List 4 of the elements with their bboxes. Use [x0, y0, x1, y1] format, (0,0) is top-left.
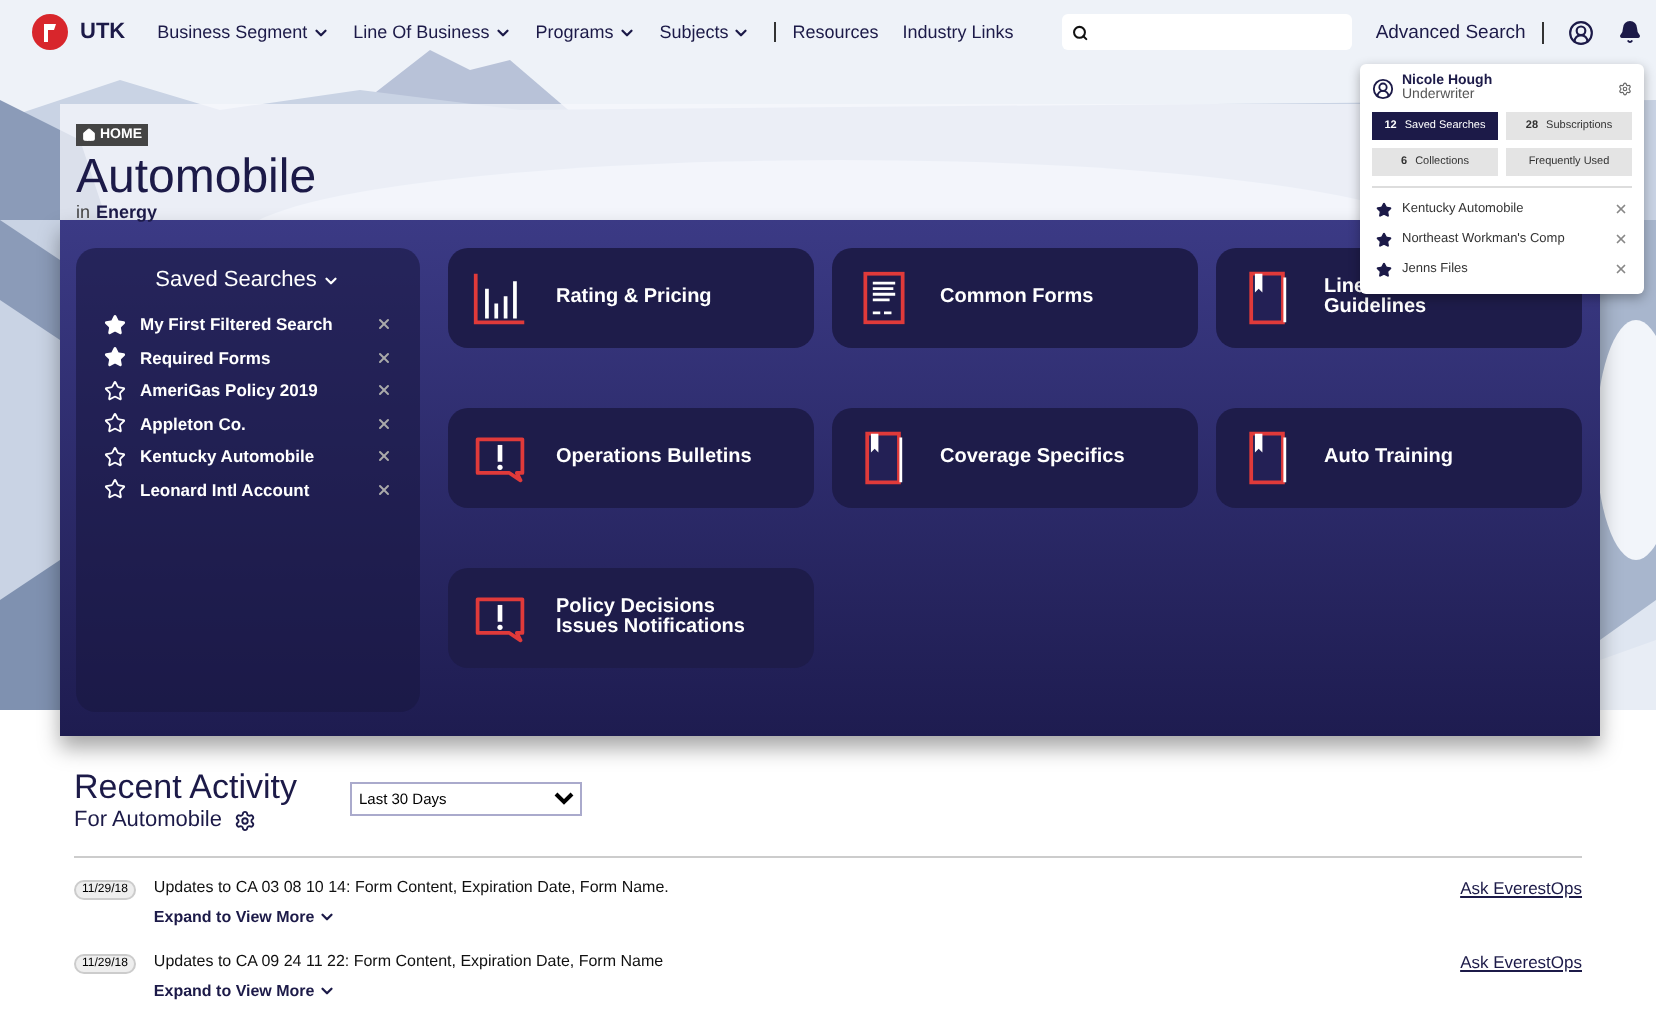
section-title: Recent Activity — [74, 768, 297, 808]
section-subtitle: For Automobile — [74, 808, 222, 832]
activity-text: Updates to CA 09 24 11 22: Form Content, Expiration Date, Form Name — [153, 952, 666, 970]
activity-text: Updates to CA 03 08 10 14: Form Content, Expiration Date, Form Name. — [153, 878, 671, 896]
